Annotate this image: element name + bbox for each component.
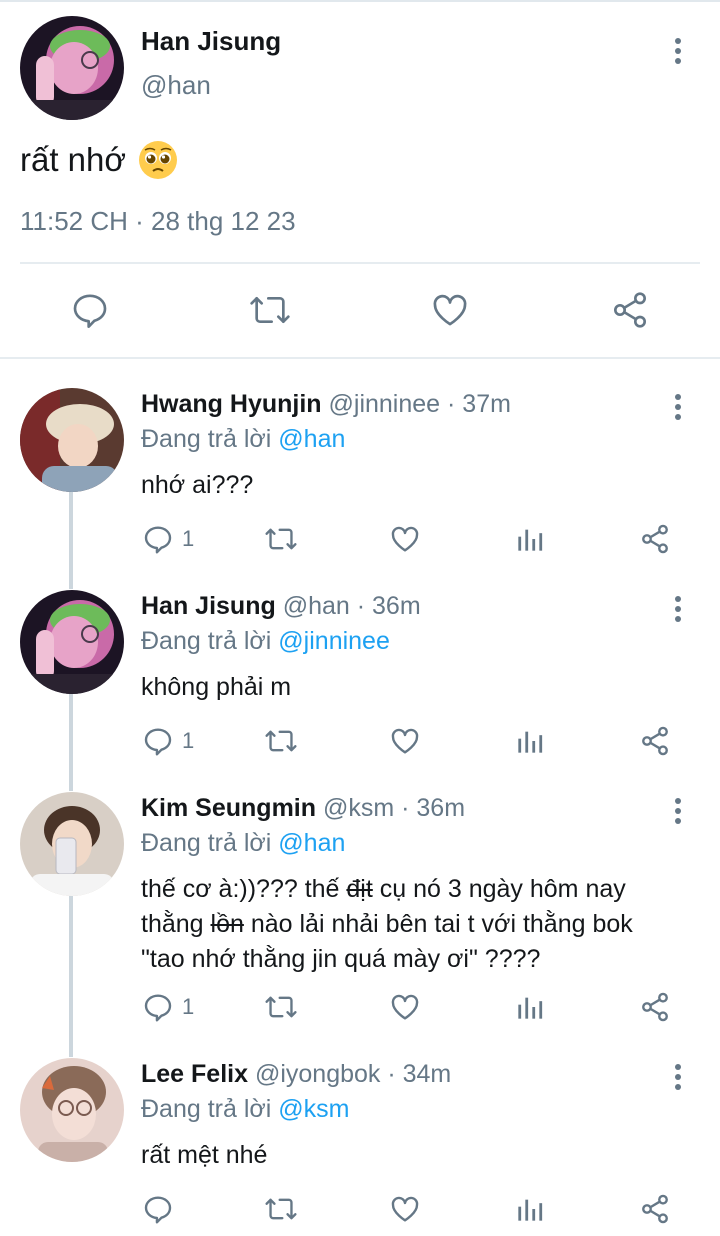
analytics-icon[interactable] [516, 724, 544, 758]
heart-icon[interactable] [389, 522, 421, 556]
replying-to: Đang trả lời @han [141, 829, 345, 858]
analytics-icon[interactable] [516, 1192, 544, 1226]
reply-text: thế cơ à:))??? thế địt cụ nó 3 ngày hôm … [141, 872, 701, 977]
avatar[interactable] [20, 792, 124, 896]
reply-actions [0, 1192, 720, 1226]
avatar[interactable] [20, 388, 124, 492]
section-separator [0, 357, 720, 359]
reply-text-line: thằng lồn nào lải nhải bên tai t với thằ… [141, 907, 701, 942]
mention-link[interactable]: @han [278, 425, 345, 453]
retweet-icon[interactable] [264, 724, 298, 758]
share-icon[interactable] [639, 990, 671, 1024]
reply-button[interactable]: 1 [142, 724, 194, 758]
reply-icon [144, 1196, 172, 1224]
mention-link[interactable]: @han [278, 829, 345, 857]
text-fragment: "tao nhớ thằng jin quá mày ơi" ???? [141, 945, 541, 973]
pleading-face-emoji [138, 140, 178, 180]
replying-label: Đang trả lời [141, 1095, 272, 1123]
reply-text: nhớ ai??? [141, 471, 254, 499]
tweet-timestamp[interactable]: 11:52 CH · 28 thg 12 23 [20, 206, 296, 237]
avatar[interactable] [20, 1058, 124, 1162]
reply-text: không phải m [141, 673, 292, 701]
more-vertical-icon[interactable] [668, 594, 688, 624]
heart-icon[interactable] [389, 1192, 421, 1226]
reply-header: Hwang Hyunjin @jinninee · 37m [141, 390, 511, 419]
tweet-actions [0, 288, 720, 334]
reply-header: Kim Seungmin @ksm · 36m [141, 794, 465, 823]
strikethrough-text: địt [346, 875, 373, 903]
avatar[interactable] [20, 16, 124, 120]
reply-icon [144, 994, 172, 1022]
reply-count: 1 [182, 526, 195, 551]
author-meta[interactable]: @ksm · 36m [323, 794, 465, 822]
share-icon[interactable] [639, 522, 671, 556]
replying-label: Đang trả lời [141, 829, 272, 857]
heart-icon[interactable] [428, 288, 472, 332]
author-meta[interactable]: @iyongbok · 34m [255, 1060, 451, 1088]
retweet-icon[interactable] [264, 990, 298, 1024]
more-vertical-icon[interactable] [668, 1062, 688, 1092]
reply-button[interactable] [142, 1192, 182, 1226]
reply-button[interactable]: 1 [142, 522, 194, 556]
divider [20, 262, 700, 264]
reply-header: Han Jisung @han · 36m [141, 592, 421, 621]
reply-tweet: Hwang Hyunjin @jinninee · 37m Đang trả l… [0, 388, 720, 558]
analytics-icon[interactable] [516, 990, 544, 1024]
heart-icon[interactable] [389, 990, 421, 1024]
reply-icon [144, 526, 172, 554]
reply-text-line: "tao nhớ thằng jin quá mày ơi" ???? [141, 942, 701, 977]
reply-actions: 1 [0, 522, 720, 556]
text-fragment: nào lải nhải bên tai t với thằng bok [243, 910, 633, 938]
author-name[interactable]: Kim Seungmin [141, 794, 316, 822]
author-handle[interactable]: @han [141, 70, 211, 101]
reply-tweet: Lee Felix @iyongbok · 34m Đang trả lời @… [0, 1058, 720, 1228]
reply-icon [144, 728, 172, 756]
reply-tweet: Kim Seungmin @ksm · 36m Đang trả lời @ha… [0, 792, 720, 1032]
heart-icon[interactable] [389, 724, 421, 758]
tweet-text-content: rất nhớ [20, 141, 127, 178]
tweet-text: rất nhớ [20, 140, 178, 180]
reply-actions: 1 [0, 990, 720, 1024]
author-meta[interactable]: @jinninee · 37m [329, 390, 511, 418]
replying-label: Đang trả lời [141, 627, 272, 655]
main-tweet: Han Jisung @han rất nhớ 11:52 CH · 28 th… [0, 0, 720, 360]
reply-actions: 1 [0, 724, 720, 758]
mention-link[interactable]: @jinninee [278, 627, 390, 655]
text-fragment: cụ nó 3 ngày hôm nay [372, 875, 626, 903]
avatar[interactable] [20, 590, 124, 694]
replying-label: Đang trả lời [141, 425, 272, 453]
more-vertical-icon[interactable] [668, 796, 688, 826]
more-vertical-icon[interactable] [668, 392, 688, 422]
author-meta[interactable]: @han · 36m [283, 592, 421, 620]
reply-count: 1 [182, 994, 195, 1019]
reply-tweet: Han Jisung @han · 36m Đang trả lời @jinn… [0, 590, 720, 760]
reply-button[interactable]: 1 [142, 990, 194, 1024]
share-icon[interactable] [608, 288, 652, 332]
replying-to: Đang trả lời @han [141, 425, 345, 454]
text-fragment: thằng [141, 910, 211, 938]
analytics-icon[interactable] [516, 522, 544, 556]
author-name[interactable]: Han Jisung [141, 26, 281, 57]
reply-text-line: thế cơ à:))??? thế địt cụ nó 3 ngày hôm … [141, 872, 701, 907]
author-name[interactable]: Han Jisung [141, 592, 276, 620]
text-fragment: thế cơ à:))??? thế [141, 875, 347, 903]
author-name[interactable]: Lee Felix [141, 1060, 248, 1088]
replying-to: Đang trả lời @ksm [141, 1095, 350, 1124]
reply-count: 1 [182, 728, 195, 753]
reply-icon[interactable] [68, 288, 112, 332]
author-name[interactable]: Hwang Hyunjin [141, 390, 322, 418]
strikethrough-text: lồn [210, 910, 244, 938]
reply-text: rất mệt nhé [141, 1141, 268, 1169]
reply-header: Lee Felix @iyongbok · 34m [141, 1060, 451, 1089]
replying-to: Đang trả lời @jinninee [141, 627, 390, 656]
more-vertical-icon[interactable] [668, 36, 688, 66]
share-icon[interactable] [639, 724, 671, 758]
share-icon[interactable] [639, 1192, 671, 1226]
retweet-icon[interactable] [248, 288, 292, 332]
retweet-icon[interactable] [264, 522, 298, 556]
retweet-icon[interactable] [264, 1192, 298, 1226]
mention-link[interactable]: @ksm [278, 1095, 349, 1123]
